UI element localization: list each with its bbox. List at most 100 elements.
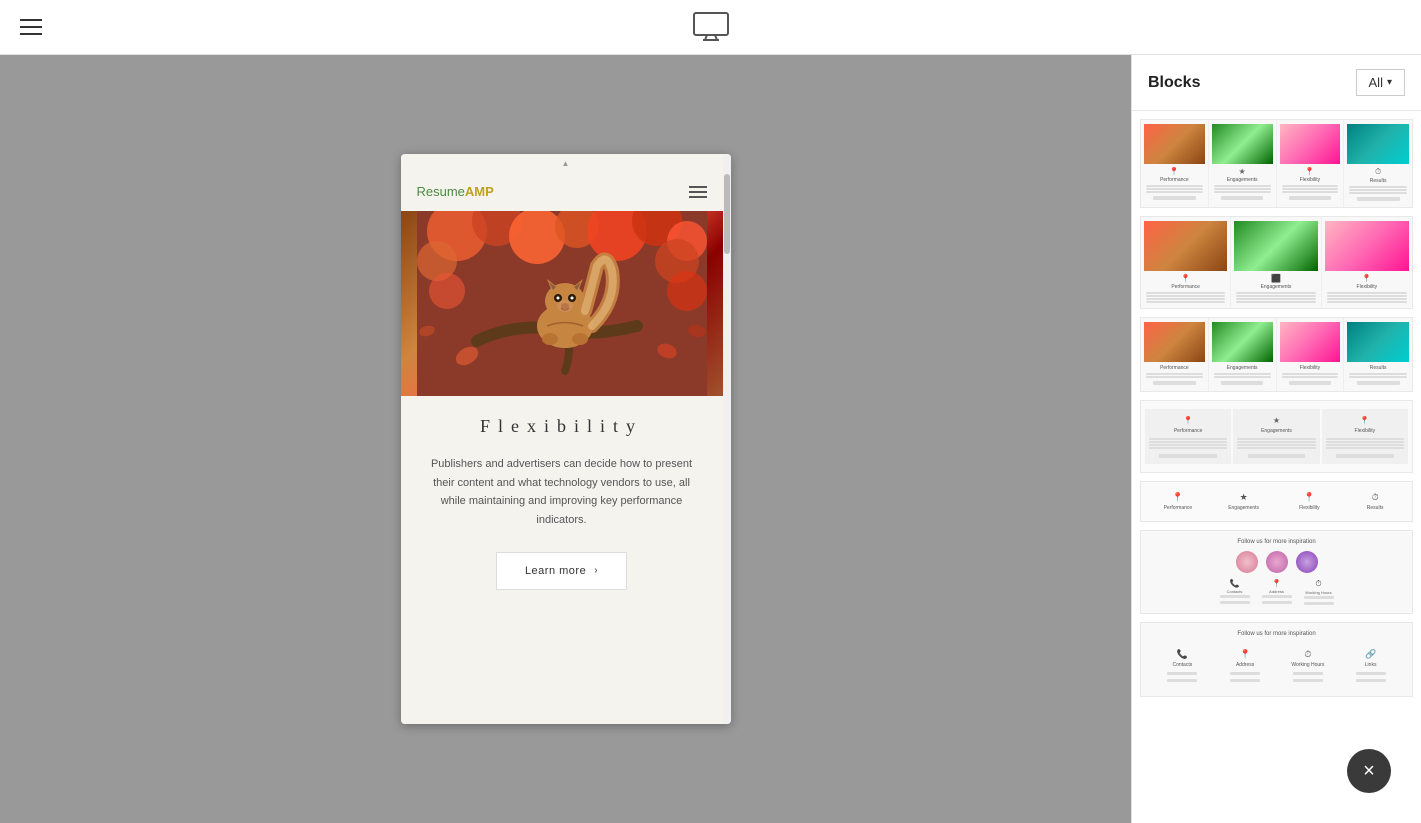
- thumb-label: Engagements: [1261, 428, 1292, 434]
- filter-dropdown[interactable]: All ▾: [1356, 69, 1405, 96]
- contact-item: ⏱ Working Hours: [1304, 579, 1334, 605]
- thumb-label: Results: [1370, 178, 1387, 184]
- location-icon: 📍: [1240, 649, 1251, 660]
- filter-label: All: [1369, 75, 1383, 90]
- thumb-image: [1280, 124, 1341, 164]
- icon-only-cell: 🔗 Links: [1339, 647, 1402, 684]
- block-item[interactable]: 📍 Performance ★ Engagements 📍 Flexibilit…: [1140, 481, 1413, 522]
- logo-amp: AMP: [465, 184, 494, 199]
- thumb-image: [1144, 221, 1227, 271]
- thumb-label: Engagements: [1227, 177, 1258, 183]
- block-item[interactable]: 📍 Performance ★ Engagements 📍 Flexibilit…: [1140, 400, 1413, 473]
- location-icon: 📍: [1362, 274, 1372, 283]
- hamburger-menu[interactable]: [20, 19, 42, 35]
- contact-item: 📞 Contacts: [1220, 579, 1250, 605]
- thumb-cell: 📍 Performance: [1141, 217, 1231, 308]
- icon-label: Results: [1367, 505, 1384, 511]
- contact-item: 📍 Address: [1262, 579, 1292, 605]
- panel-header: Blocks All ▾: [1132, 55, 1421, 111]
- learn-more-label: Learn more: [525, 565, 586, 577]
- mobile-frame: ▲ ResumeAMP: [401, 154, 731, 724]
- link-icon: 🔗: [1365, 649, 1376, 660]
- thumb-label: Engagements: [1227, 365, 1258, 371]
- clock-icon: ⏱: [1315, 579, 1321, 589]
- icon-label: Links: [1365, 662, 1377, 668]
- icon-only-cell: 📍 Performance: [1145, 490, 1211, 513]
- mobile-logo: ResumeAMP: [417, 184, 494, 199]
- social-circle-1: [1236, 551, 1258, 573]
- preview-area: ▲ ResumeAMP: [0, 55, 1131, 823]
- block-item[interactable]: Performance Engagements Flexibility: [1140, 317, 1413, 392]
- phone-icon: 📞: [1177, 649, 1188, 660]
- icon-cell: 📍 Performance: [1145, 409, 1231, 464]
- icon-only-cell: ⏱ Working Hours: [1277, 647, 1340, 684]
- mobile-scrollbar[interactable]: [723, 154, 731, 724]
- mobile-heading: Flexibility: [429, 416, 695, 437]
- logo-resume: Resume: [417, 184, 465, 199]
- icon-only-cell: 📞 Contacts: [1151, 647, 1214, 684]
- block-item[interactable]: 📍 Performance ★ Engagements �: [1140, 119, 1413, 208]
- close-button[interactable]: ×: [1347, 749, 1391, 793]
- square-icon: ⬛: [1271, 274, 1281, 283]
- social-circle-2: [1266, 551, 1288, 573]
- social-item: [1296, 551, 1318, 573]
- social-title: Follow us for more inspiration: [1149, 539, 1404, 545]
- icon-cell: 📍 Flexibility: [1322, 409, 1408, 464]
- thumb-cell: 📍 Flexibility: [1277, 120, 1345, 207]
- learn-more-button[interactable]: Learn more ›: [496, 552, 627, 590]
- thumb-cell: ⬛ Engagements: [1231, 217, 1321, 308]
- thumb-cell: Results: [1344, 318, 1412, 391]
- thumb-label: Performance: [1160, 177, 1189, 183]
- clock-icon: ⏱: [1304, 649, 1311, 660]
- star-icon: ★: [1273, 416, 1280, 425]
- thumb-cell: Flexibility: [1277, 318, 1345, 391]
- block-item[interactable]: 📍 Performance ⬛ Engagements 📍 Flexibilit…: [1140, 216, 1413, 309]
- phone-icon: 📞: [1230, 579, 1240, 588]
- top-bar: [0, 0, 1421, 55]
- thumb-cell: Performance: [1141, 318, 1209, 391]
- social-item: [1266, 551, 1288, 573]
- mobile-hamburger-menu[interactable]: [689, 186, 707, 198]
- location-icon: 📍: [1181, 274, 1191, 283]
- thumb-label: Results: [1370, 365, 1387, 371]
- thumb-image: [1212, 322, 1273, 362]
- clock-icon: ⏱: [1375, 167, 1381, 177]
- icon-only-cell: 📍 Flexibility: [1277, 490, 1343, 513]
- scroll-top-indicator: ▲: [401, 154, 731, 172]
- thumb-cell: Engagements: [1209, 318, 1277, 391]
- block-item[interactable]: Follow us for more inspiration 📞 Contact…: [1140, 622, 1413, 697]
- thumb-label: Flexibility: [1300, 177, 1321, 183]
- location-icon: 📍: [1272, 579, 1282, 588]
- location-icon: 📍: [1304, 492, 1315, 503]
- thumb-label: Flexibility: [1300, 365, 1321, 371]
- mobile-text-section: Flexibility Publishers and advertisers c…: [401, 396, 723, 610]
- icon-cell: ★ Engagements: [1233, 409, 1319, 464]
- location-icon: 📍: [1305, 167, 1315, 176]
- mobile-content: ResumeAMP: [401, 172, 723, 724]
- mobile-hero-image: [401, 211, 723, 396]
- block-item[interactable]: Follow us for more inspiration: [1140, 530, 1413, 614]
- blocks-grid: 📍 Performance ★ Engagements �: [1132, 111, 1421, 823]
- thumb-label: Performance: [1171, 284, 1200, 290]
- thumb-image: [1325, 221, 1409, 271]
- thumb-label: Performance: [1174, 428, 1203, 434]
- thumb-cell: 📍 Flexibility: [1322, 217, 1412, 308]
- location-icon: 📍: [1169, 167, 1179, 176]
- icon-label: Working Hours: [1291, 662, 1324, 668]
- contact-label: Address: [1269, 589, 1284, 594]
- thumb-label: Flexibility: [1357, 284, 1378, 290]
- contact-label: Contacts: [1227, 589, 1243, 594]
- thumb-image: [1144, 124, 1205, 164]
- clock-icon: ⏱: [1372, 492, 1379, 503]
- thumb-image: [1144, 322, 1205, 362]
- thumb-image: [1347, 124, 1409, 164]
- main-content: ▲ ResumeAMP: [0, 55, 1421, 823]
- monitor-icon: [693, 12, 729, 42]
- location-icon: 📍: [1183, 416, 1193, 425]
- scrollbar-thumb: [724, 174, 730, 254]
- social-circle-3: [1296, 551, 1318, 573]
- thumb-image: [1212, 124, 1273, 164]
- icon-only-cell: ⏱ Results: [1342, 490, 1408, 513]
- icon-label: Performance: [1164, 505, 1193, 511]
- chevron-down-icon: ▾: [1387, 77, 1392, 88]
